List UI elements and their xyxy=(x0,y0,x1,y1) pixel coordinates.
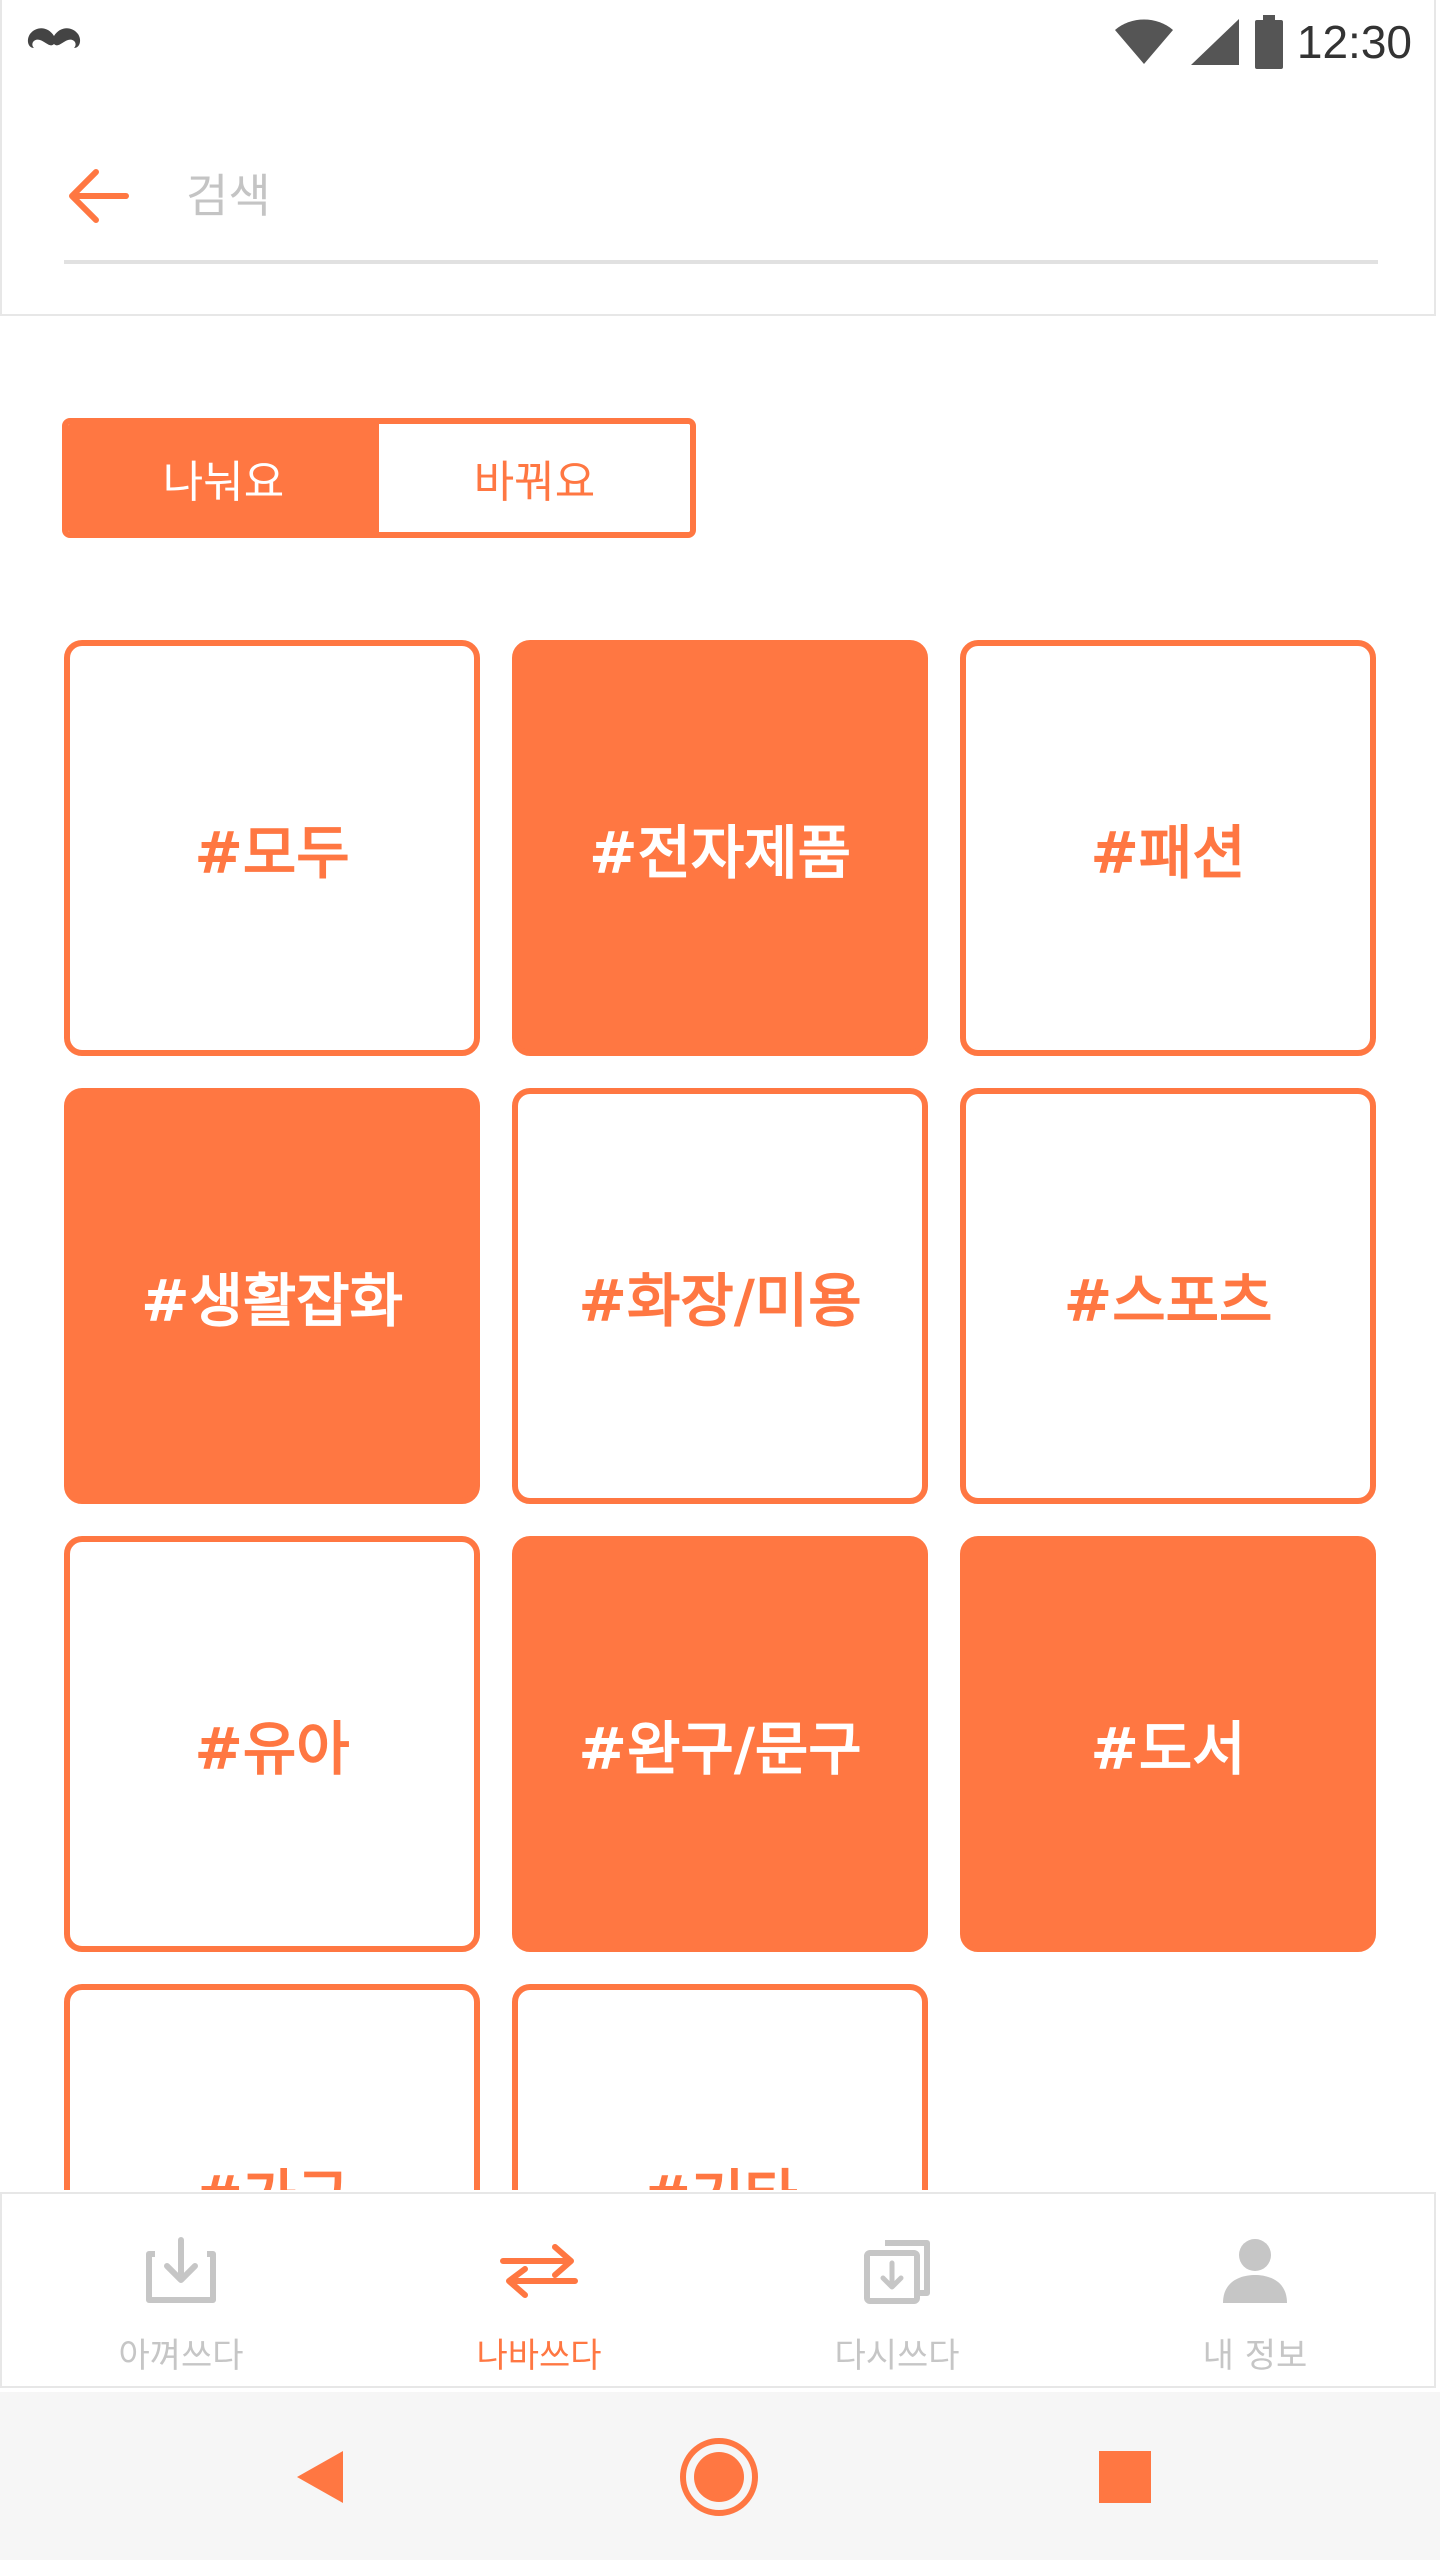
category-tile-etc[interactable]: #기타 xyxy=(512,1984,928,2190)
search-input[interactable] xyxy=(186,160,1286,232)
tab-label: 내 정보 xyxy=(1202,2336,1308,2376)
category-tile-furniture[interactable]: #가구 xyxy=(64,1984,480,2190)
home-circle-icon xyxy=(680,2438,758,2516)
status-bar: 12:30 xyxy=(0,0,1440,84)
tab-label: 나바쓰다 xyxy=(476,2336,602,2376)
category-tile-fashion[interactable]: #패션 xyxy=(960,640,1376,1056)
person-icon xyxy=(1212,2228,1298,2314)
tab-label: 아껴쓰다 xyxy=(118,2336,244,2376)
system-nav-bar xyxy=(0,2392,1440,2560)
category-tile-household[interactable]: #생활잡화 xyxy=(64,1088,480,1504)
tab-share-exchange[interactable]: 나바쓰다 xyxy=(360,2194,718,2386)
tab-reuse[interactable]: 다시쓰다 xyxy=(718,2194,1076,2386)
download-tray-icon xyxy=(138,2228,224,2314)
category-grid: #모두 #전자제품 #패션 #생활잡화 #화장/미용 #스포츠 #유아 #완구/… xyxy=(0,560,1440,2190)
back-button[interactable] xyxy=(62,160,134,232)
tab-my-info[interactable]: 내 정보 xyxy=(1076,2194,1434,2386)
battery-icon xyxy=(1254,15,1283,69)
bottom-tab-bar: 아껴쓰다 나바쓰다 다시쓰다 내 정보 xyxy=(0,2192,1436,2388)
nav-home-button[interactable] xyxy=(674,2432,764,2522)
mustache-logo-icon xyxy=(22,22,86,62)
tab-label: 다시쓰다 xyxy=(834,2336,960,2376)
wifi-icon xyxy=(1114,19,1173,64)
arrow-left-icon xyxy=(69,169,129,223)
category-tile-books[interactable]: #도서 xyxy=(960,1536,1376,1952)
nav-recents-button[interactable] xyxy=(1080,2432,1170,2522)
recents-square-icon xyxy=(1099,2451,1151,2503)
category-tile-beauty[interactable]: #화장/미용 xyxy=(512,1088,928,1504)
tab-save[interactable]: 아껴쓰다 xyxy=(2,2194,360,2386)
swap-arrows-icon xyxy=(496,2228,582,2314)
search-underline xyxy=(64,260,1378,264)
category-tile-electronics[interactable]: #전자제품 xyxy=(512,640,928,1056)
toggle-share-button[interactable]: 나눠요 xyxy=(68,424,379,532)
nav-back-button[interactable] xyxy=(274,2432,364,2522)
category-tile-baby[interactable]: #유아 xyxy=(64,1536,480,1952)
category-tile-sports[interactable]: #스포츠 xyxy=(960,1088,1376,1504)
category-tile-toys-stationery[interactable]: #완구/문구 xyxy=(512,1536,928,1952)
signal-icon xyxy=(1190,19,1239,65)
category-tile-all[interactable]: #모두 xyxy=(64,640,480,1056)
status-time: 12:30 xyxy=(1296,16,1412,68)
toggle-exchange-button[interactable]: 바꿔요 xyxy=(379,424,690,532)
back-triangle-icon xyxy=(297,2451,343,2503)
reuse-box-icon xyxy=(854,2228,940,2314)
share-exchange-toggle: 나눠요 바꿔요 xyxy=(62,418,696,538)
